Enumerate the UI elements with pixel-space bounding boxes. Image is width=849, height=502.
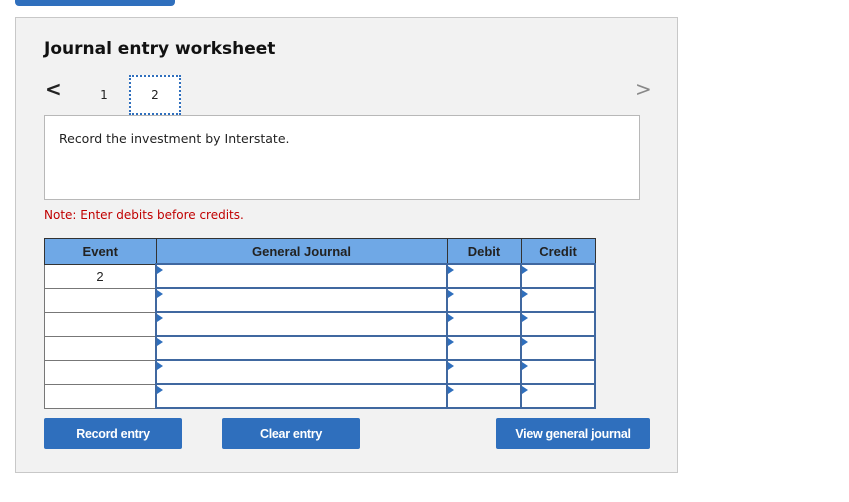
- event-cell: [44, 383, 157, 409]
- event-cell: [44, 359, 157, 385]
- header-event: Event: [44, 238, 157, 265]
- debit-input[interactable]: [446, 287, 522, 313]
- table-header-row: Event General Journal Debit Credit: [44, 238, 596, 265]
- record-entry-button[interactable]: Record entry: [44, 418, 182, 449]
- header-general-journal: General Journal: [155, 238, 448, 265]
- worksheet-title: Journal entry worksheet: [44, 39, 276, 59]
- event-cell: [44, 311, 157, 337]
- account-input[interactable]: [155, 287, 448, 313]
- chevron-right-icon[interactable]: >: [635, 78, 652, 100]
- clear-entry-button[interactable]: Clear entry: [222, 418, 360, 449]
- credit-input[interactable]: [520, 311, 596, 337]
- view-general-journal-button[interactable]: View general journal: [496, 418, 650, 449]
- journal-table: Event General Journal Debit Credit 2: [44, 238, 596, 409]
- journal-worksheet-panel: Journal entry worksheet < 1 2 > Record t…: [15, 17, 678, 473]
- credit-input[interactable]: [520, 263, 596, 289]
- event-cell: [44, 335, 157, 361]
- debit-input[interactable]: [446, 383, 522, 409]
- account-input[interactable]: [155, 311, 448, 337]
- credit-input[interactable]: [520, 383, 596, 409]
- table-row: [44, 287, 596, 313]
- note-text: Note: Enter debits before credits.: [44, 208, 244, 222]
- header-credit: Credit: [520, 238, 596, 265]
- table-row: [44, 311, 596, 337]
- tab-1-label: 1: [100, 88, 108, 102]
- chevron-left-icon[interactable]: <: [45, 78, 62, 100]
- event-cell: [44, 287, 157, 313]
- table-row: [44, 359, 596, 385]
- debit-input[interactable]: [446, 335, 522, 361]
- event-cell: 2: [44, 263, 157, 289]
- tab-2[interactable]: 2: [129, 75, 181, 115]
- description-text: Record the investment by Interstate.: [59, 131, 290, 146]
- table-row: [44, 335, 596, 361]
- account-input[interactable]: [155, 383, 448, 409]
- table-row: 2: [44, 263, 596, 289]
- tab-2-label: 2: [151, 88, 159, 102]
- debit-input[interactable]: [446, 359, 522, 385]
- account-input[interactable]: [155, 335, 448, 361]
- debit-input[interactable]: [446, 263, 522, 289]
- account-input[interactable]: [155, 359, 448, 385]
- header-debit: Debit: [446, 238, 522, 265]
- credit-input[interactable]: [520, 287, 596, 313]
- debit-input[interactable]: [446, 311, 522, 337]
- description-box: Record the investment by Interstate.: [44, 115, 640, 200]
- account-input[interactable]: [155, 263, 448, 289]
- table-row: [44, 383, 596, 409]
- tab-1[interactable]: 1: [78, 75, 130, 115]
- top-partial-button[interactable]: [15, 0, 175, 6]
- credit-input[interactable]: [520, 359, 596, 385]
- credit-input[interactable]: [520, 335, 596, 361]
